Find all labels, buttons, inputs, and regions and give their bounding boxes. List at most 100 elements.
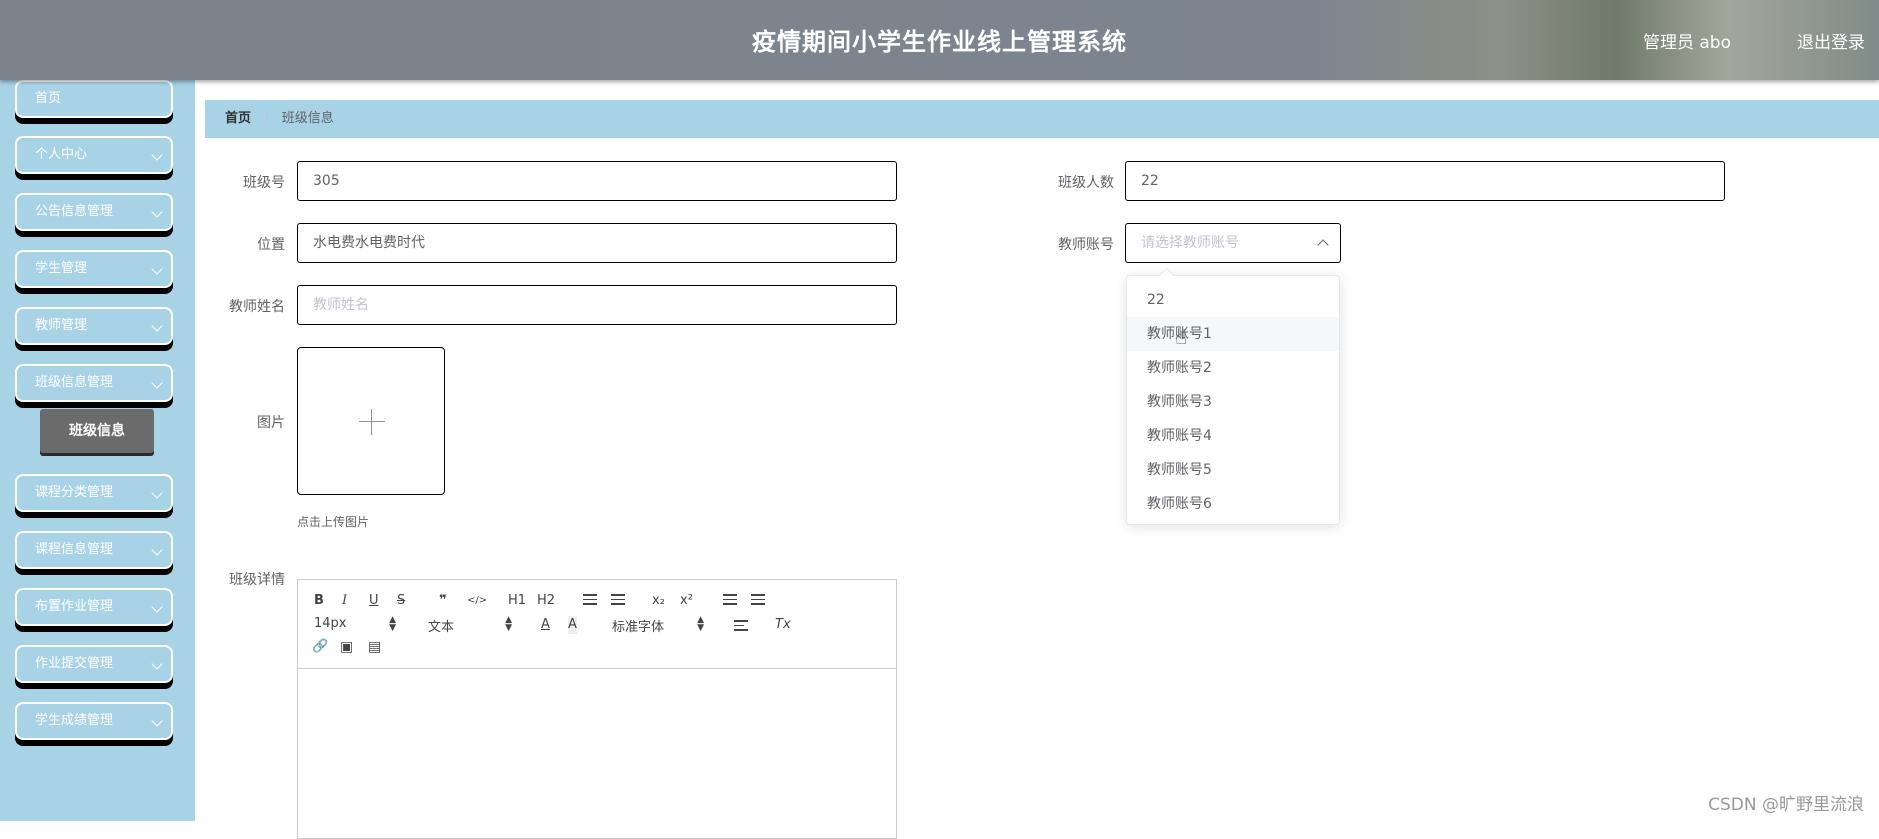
- editor-content-area[interactable]: [298, 669, 896, 839]
- sidebar-item-announcements[interactable]: 公告信息管理: [15, 193, 173, 231]
- chevron-down-icon: [151, 715, 163, 727]
- class-size-input[interactable]: 22: [1125, 161, 1725, 201]
- font-size-select[interactable]: 14px ▲ ▼: [314, 615, 396, 633]
- background-color-button[interactable]: A: [568, 616, 577, 634]
- sidebar-item-assign-homework[interactable]: 布置作业管理: [15, 588, 173, 626]
- blockquote-button[interactable]: ❞: [439, 592, 447, 610]
- dropdown-caret: [1158, 267, 1175, 284]
- image-label: 图片: [257, 415, 285, 431]
- editor-toolbar: B I U S ❞ </> H1 H2 x₂ x² 14px ▲ ▼ 文本 ▲ ▼ …: [298, 580, 896, 669]
- link-icon[interactable]: 🔗: [312, 638, 328, 656]
- teacher-account-label: 教师账号: [1058, 237, 1114, 253]
- dropdown-option[interactable]: 教师账号5: [1127, 453, 1339, 487]
- sidebar-item-label: 课程信息管理: [35, 542, 114, 557]
- sidebar-item-course-category[interactable]: 课程分类管理: [15, 474, 173, 512]
- subscript-button[interactable]: x₂: [652, 592, 665, 610]
- sidebar-item-students[interactable]: 学生管理: [15, 250, 173, 288]
- sidebar-item-label: 学生管理: [35, 261, 88, 276]
- sidebar-item-label: 作业提交管理: [35, 656, 114, 671]
- sidebar-item-personal-center[interactable]: 个人中心: [15, 136, 173, 174]
- superscript-button[interactable]: x²: [680, 592, 693, 610]
- header1-button[interactable]: H1: [508, 592, 526, 610]
- chevron-down-icon: [151, 149, 163, 161]
- sidebar-item-teachers[interactable]: 教师管理: [15, 307, 173, 345]
- hand-cursor-icon: ☝: [1175, 325, 1188, 349]
- sidebar-item-student-grades[interactable]: 学生成绩管理: [15, 702, 173, 740]
- sidebar-item-label: 首页: [35, 91, 62, 106]
- chevron-up-icon: [1317, 239, 1329, 251]
- image-icon[interactable]: ▣: [340, 638, 353, 656]
- italic-button[interactable]: I: [342, 592, 347, 610]
- teacher-account-placeholder: 请选择教师账号: [1141, 235, 1239, 251]
- strike-button[interactable]: S: [397, 592, 405, 610]
- updown-icon: ▲ ▼: [697, 615, 704, 633]
- chevron-down-icon: [151, 206, 163, 218]
- image-upload-box[interactable]: [297, 347, 445, 495]
- watermark: CSDN @旷野里流浪: [1708, 795, 1864, 815]
- ordered-list-icon[interactable]: [583, 594, 597, 608]
- sidebar-item-label: 布置作业管理: [35, 599, 114, 614]
- sidebar-item-label: 学生成绩管理: [35, 713, 114, 728]
- bold-button[interactable]: B: [314, 592, 324, 610]
- upload-tip: 点击上传图片: [297, 515, 370, 529]
- sidebar-item-label: 公告信息管理: [35, 204, 114, 219]
- class-no-input[interactable]: 305: [297, 161, 897, 201]
- dropdown-option[interactable]: 22: [1127, 283, 1339, 317]
- header-value: 文本: [428, 620, 455, 635]
- dropdown-option[interactable]: 教师账号1: [1127, 317, 1339, 351]
- chevron-down-icon: [151, 658, 163, 670]
- chevron-down-icon: [151, 601, 163, 613]
- updown-icon: ▲ ▼: [505, 615, 512, 633]
- sidebar-item-class-info[interactable]: 班级信息管理: [15, 364, 173, 402]
- class-no-label: 班级号: [243, 175, 285, 191]
- app-header: 疫情期间小学生作业线上管理系统 管理员 abo 退出登录: [0, 0, 1879, 80]
- breadcrumb-current: 班级信息: [281, 111, 334, 126]
- teacher-account-dropdown: 22 教师账号1 教师账号2 教师账号3 教师账号4 教师账号5 教师账号6: [1126, 267, 1340, 525]
- sidebar-item-course-info[interactable]: 课程信息管理: [15, 531, 173, 569]
- class-size-label: 班级人数: [1058, 175, 1114, 191]
- code-block-button[interactable]: </>: [467, 592, 487, 610]
- current-user: 管理员 abo: [1642, 33, 1731, 53]
- app-title: 疫情期间小学生作业线上管理系统: [752, 28, 1127, 56]
- dropdown-option[interactable]: 教师账号4: [1127, 419, 1339, 453]
- dropdown-option[interactable]: 教师账号2: [1127, 351, 1339, 385]
- detail-label: 班级详情: [229, 572, 285, 588]
- sidebar-item-label: 课程分类管理: [35, 485, 114, 500]
- teacher-account-select[interactable]: 请选择教师账号: [1125, 223, 1341, 263]
- plus-icon: [359, 421, 385, 422]
- font-family-select[interactable]: 标准字体 ▲ ▼: [612, 615, 704, 636]
- teacher-name-input[interactable]: 教师姓名: [297, 285, 897, 325]
- outdent-icon[interactable]: [723, 594, 737, 608]
- teacher-name-label: 教师姓名: [229, 299, 285, 315]
- video-icon[interactable]: ▤: [368, 638, 381, 656]
- text-color-button[interactable]: A: [541, 616, 550, 634]
- chevron-down-icon: [151, 263, 163, 275]
- plus-icon-vertical: [371, 409, 372, 435]
- align-icon[interactable]: [734, 620, 748, 634]
- dropdown-option[interactable]: 教师账号6: [1127, 487, 1339, 521]
- chevron-down-icon: [151, 377, 163, 389]
- rich-text-editor: B I U S ❞ </> H1 H2 x₂ x² 14px ▲ ▼ 文本 ▲ ▼ …: [297, 579, 897, 839]
- chevron-down-icon: [151, 320, 163, 332]
- indent-icon[interactable]: [751, 594, 765, 608]
- location-input[interactable]: 水电费水电费时代: [297, 223, 897, 263]
- header-select[interactable]: 文本 ▲ ▼: [428, 615, 512, 636]
- sidebar-item-home[interactable]: 首页: [15, 80, 173, 118]
- sidebar-item-homework-submission[interactable]: 作业提交管理: [15, 645, 173, 683]
- bullet-list-icon[interactable]: [611, 594, 625, 608]
- header2-button[interactable]: H2: [537, 592, 555, 610]
- breadcrumb-separator: /: [264, 111, 269, 126]
- breadcrumb-home[interactable]: 首页: [225, 111, 251, 126]
- underline-button[interactable]: U: [369, 592, 379, 610]
- sidebar-item-label: 班级信息管理: [35, 375, 114, 390]
- updown-icon: ▲ ▼: [389, 615, 396, 633]
- dropdown-option[interactable]: 教师账号3: [1127, 385, 1339, 419]
- chevron-down-icon: [151, 544, 163, 556]
- clean-format-button[interactable]: Tx: [775, 616, 791, 634]
- sidebar-subitem-class-info[interactable]: 班级信息: [40, 409, 154, 453]
- chevron-down-icon: [151, 487, 163, 499]
- breadcrumb: 首页 / 班级信息: [205, 100, 1879, 138]
- font-size-value: 14px: [314, 616, 347, 631]
- logout-button[interactable]: 退出登录: [1797, 28, 1865, 53]
- font-family-value: 标准字体: [612, 620, 665, 635]
